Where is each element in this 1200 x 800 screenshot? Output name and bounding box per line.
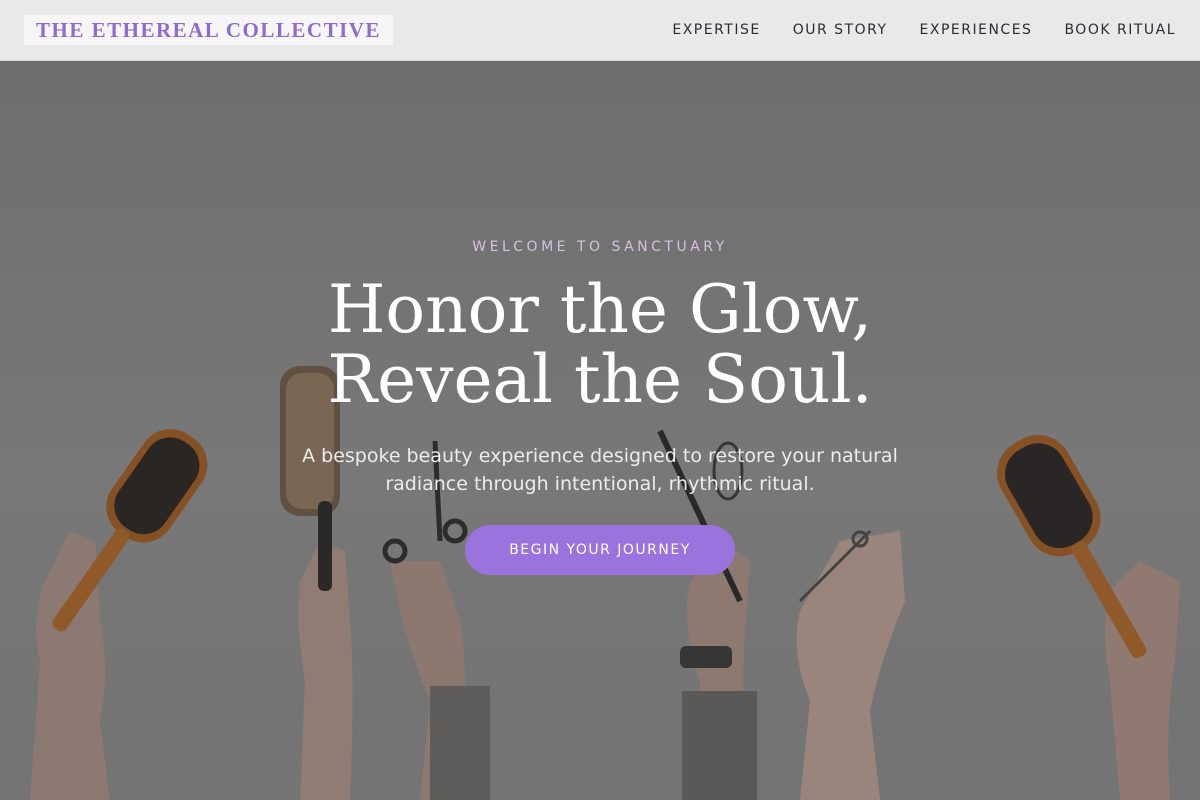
- nav-link-expertise[interactable]: EXPERTISE: [672, 22, 760, 38]
- nav-link-our-story[interactable]: OUR STORY: [793, 22, 888, 38]
- hero-headline: Honor the Glow, Reveal the Soul.: [0, 275, 1200, 415]
- hero-headline-line2: Reveal the Soul.: [327, 341, 873, 418]
- hero-subtext: A bespoke beauty experience designed to …: [0, 442, 1200, 498]
- nav-link-experiences[interactable]: EXPERIENCES: [920, 22, 1033, 38]
- hero-headline-line1: Honor the Glow,: [327, 271, 873, 348]
- main-nav: EXPERTISE OUR STORY EXPERIENCES BOOK RIT…: [672, 0, 1176, 60]
- hero-content: WELCOME TO SANCTUARY Honor the Glow, Rev…: [0, 61, 1200, 800]
- navbar: THE ETHEREAL COLLECTIVE EXPERTISE OUR ST…: [0, 0, 1200, 61]
- begin-journey-button[interactable]: BEGIN YOUR JOURNEY: [465, 525, 735, 575]
- brand-logo[interactable]: THE ETHEREAL COLLECTIVE: [24, 15, 393, 45]
- hero-section: WELCOME TO SANCTUARY Honor the Glow, Rev…: [0, 61, 1200, 800]
- hero-eyebrow: WELCOME TO SANCTUARY: [472, 239, 728, 255]
- nav-link-book-ritual[interactable]: BOOK RITUAL: [1064, 22, 1176, 38]
- hero-subtext-line1: A bespoke beauty experience designed to …: [302, 445, 898, 467]
- hero-subtext-line2: radiance through intentional, rhythmic r…: [385, 473, 815, 495]
